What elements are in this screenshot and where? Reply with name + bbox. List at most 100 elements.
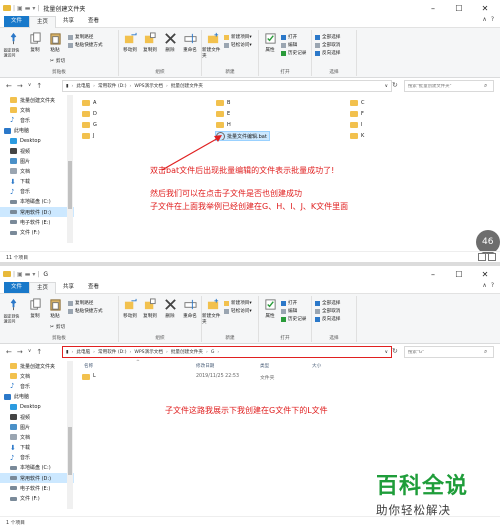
forward-arrow-icon[interactable]: →: [17, 82, 23, 90]
search-icon[interactable]: ⌕: [484, 348, 487, 356]
sidebar-item-pictures[interactable]: 图片: [0, 156, 74, 166]
history-button[interactable]: 历史记录: [281, 316, 306, 322]
folder-item-j[interactable]: J: [82, 132, 94, 140]
breadcrumb-g[interactable]: G: [211, 350, 215, 355]
pin-quick-access-button[interactable]: 固定到快速访问: [2, 298, 24, 325]
sidebar-item-drive-f[interactable]: 文件 (F:): [0, 493, 74, 503]
forward-arrow-icon[interactable]: →: [17, 348, 23, 356]
properties-icon[interactable]: ▣: [17, 5, 23, 12]
sidebar-item-documents[interactable]: 文档: [0, 105, 74, 115]
sidebar-item-drive-e[interactable]: 电子软件 (E:): [0, 483, 74, 493]
address-bar-highlighted[interactable]: ▮ › 此电脑 › 常用软件 (D:) › WPS演示文档 › 批量创建文件夹 › G ›…: [62, 346, 392, 358]
back-arrow-icon[interactable]: ←: [6, 82, 12, 90]
search-input[interactable]: [405, 349, 484, 355]
select-all-button[interactable]: 全部选择: [315, 300, 340, 306]
folder-item-h[interactable]: H: [216, 121, 231, 129]
up-arrow-icon[interactable]: ↑: [36, 348, 42, 356]
tab-view[interactable]: 查看: [81, 16, 106, 27]
tab-file[interactable]: 文件: [4, 282, 30, 293]
search-box[interactable]: ⌕: [404, 346, 494, 358]
easy-access-button[interactable]: 轻松访问 ▾: [224, 308, 252, 314]
sidebar-item-documents-pc[interactable]: 文档: [0, 166, 74, 176]
select-all-button[interactable]: 全部选择: [315, 34, 340, 40]
new-item-button[interactable]: 新建项目 ▾: [224, 300, 252, 306]
folder-item-b[interactable]: B: [216, 99, 230, 107]
new-folder-icon[interactable]: ▬: [25, 271, 31, 278]
sidebar-item-batch-folder[interactable]: 批量创建文件夹: [0, 361, 74, 371]
delete-button[interactable]: 删除: [159, 32, 181, 53]
properties-button[interactable]: 属性: [259, 298, 281, 319]
copy-path-button[interactable]: 复制路径: [68, 300, 93, 306]
search-box[interactable]: ⌕: [404, 80, 494, 92]
column-date[interactable]: 修改日期: [196, 363, 214, 369]
chevron-down-icon[interactable]: ▾: [32, 5, 35, 12]
breadcrumb-this-pc[interactable]: 此电脑: [76, 349, 90, 355]
help-icon[interactable]: ?: [491, 16, 494, 23]
open-button[interactable]: 打开: [281, 34, 297, 40]
delete-button[interactable]: 删除: [159, 298, 181, 319]
up-arrow-icon[interactable]: ↑: [36, 82, 42, 90]
nav-scrollbar[interactable]: [67, 95, 73, 243]
copy-to-button[interactable]: 复制到: [139, 298, 161, 319]
scrollbar-thumb[interactable]: [68, 161, 72, 209]
properties-button[interactable]: 属性: [259, 32, 281, 53]
new-folder-icon[interactable]: ▬: [25, 5, 31, 12]
invert-selection-button[interactable]: 反向选择: [315, 50, 340, 56]
tab-view[interactable]: 查看: [81, 282, 106, 293]
properties-icon[interactable]: ▣: [17, 271, 23, 278]
maximize-button[interactable]: ☐: [446, 266, 472, 282]
easy-access-button[interactable]: 轻松访问 ▾: [224, 42, 252, 48]
maximize-button[interactable]: ☐: [446, 0, 472, 16]
chevron-down-icon[interactable]: ∨: [28, 348, 32, 356]
sidebar-item-drive-c[interactable]: 本地磁盘 (C:): [0, 197, 74, 207]
folder-item-g[interactable]: G: [82, 121, 97, 129]
table-row[interactable]: L 2019/11/25 22:53 文件夹: [76, 373, 406, 382]
sidebar-item-desktop[interactable]: Desktop: [0, 136, 74, 146]
sidebar-item-downloads[interactable]: ⬇ 下载: [0, 443, 74, 453]
paste-shortcut-button[interactable]: 粘贴快捷方式: [68, 42, 103, 48]
ribbon-collapse-icon[interactable]: ∧: [482, 16, 486, 23]
chevron-down-icon[interactable]: ▾: [32, 271, 35, 278]
folder-item-f[interactable]: F: [350, 110, 364, 118]
new-folder-button[interactable]: 新建文件夹: [202, 32, 224, 59]
breadcrumb-batch-folder[interactable]: 批量创建文件夹: [171, 349, 203, 355]
history-button[interactable]: 历史记录: [281, 50, 306, 56]
sidebar-item-music[interactable]: ♪ 音乐: [0, 115, 74, 125]
folder-item-d[interactable]: D: [82, 110, 97, 118]
sidebar-item-downloads[interactable]: ⬇ 下载: [0, 177, 74, 187]
copy-button[interactable]: 复制: [24, 298, 46, 319]
tab-home[interactable]: 主页: [29, 15, 57, 28]
sidebar-item-batch-folder[interactable]: 批量创建文件夹: [0, 95, 74, 105]
chevron-down-icon[interactable]: ∨: [28, 82, 32, 90]
tab-file[interactable]: 文件: [4, 16, 30, 27]
tab-share[interactable]: 共享: [56, 282, 81, 293]
sidebar-item-music-pc[interactable]: ♪ 音乐: [0, 453, 74, 463]
edit-button[interactable]: 编辑: [281, 42, 297, 48]
pin-quick-access-button[interactable]: 固定到快速访问: [2, 32, 24, 59]
edit-button[interactable]: 编辑: [281, 308, 297, 314]
breadcrumb-batch-folder[interactable]: 批量创建文件夹: [171, 83, 203, 89]
folder-item-c[interactable]: C: [350, 99, 365, 107]
sidebar-item-drive-d[interactable]: 常用软件 (D:): [0, 207, 74, 218]
cut-button[interactable]: ✂ 剪切: [50, 324, 65, 331]
move-to-button[interactable]: 移动到: [119, 298, 141, 319]
copy-button[interactable]: 复制: [24, 32, 46, 53]
close-button[interactable]: ✕: [472, 266, 498, 282]
folder-item-e[interactable]: E: [216, 110, 230, 118]
sidebar-item-this-pc[interactable]: 此电脑: [0, 126, 74, 136]
tab-share[interactable]: 共享: [56, 16, 81, 27]
folder-item-i[interactable]: I: [350, 121, 362, 129]
breadcrumb-wps[interactable]: WPS演示文档: [134, 349, 163, 355]
column-size[interactable]: 大小: [312, 363, 321, 369]
sidebar-item-desktop[interactable]: Desktop: [0, 402, 74, 412]
invert-selection-button[interactable]: 反向选择: [315, 316, 340, 322]
open-button[interactable]: 打开: [281, 300, 297, 306]
search-icon[interactable]: ⌕: [484, 82, 487, 90]
sidebar-item-music-pc[interactable]: ♪ 音乐: [0, 187, 74, 197]
sidebar-item-music[interactable]: ♪ 音乐: [0, 381, 74, 391]
rename-button[interactable]: 重命名: [179, 32, 201, 53]
refresh-icon[interactable]: ↻: [392, 81, 398, 89]
sidebar-item-pictures[interactable]: 图片: [0, 422, 74, 432]
copy-path-button[interactable]: 复制路径: [68, 34, 93, 40]
scrollbar-thumb[interactable]: [68, 427, 72, 475]
